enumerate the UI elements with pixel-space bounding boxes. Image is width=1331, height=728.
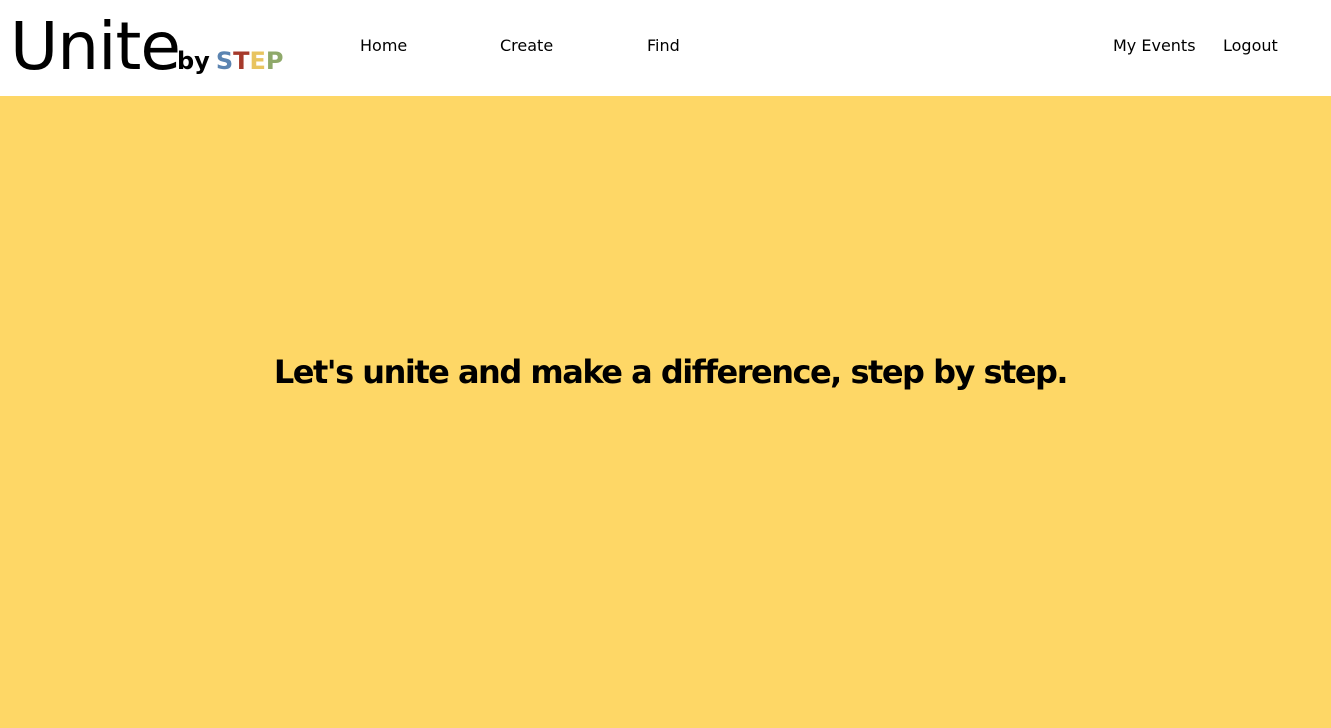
nav-link-home[interactable]: Home: [360, 36, 407, 56]
hero-banner: Let's unite and make a difference, step …: [0, 96, 1331, 728]
logo-step-letter-p: P: [265, 47, 284, 75]
logo-step-letter-s: S: [215, 47, 234, 75]
logo-wordmark: Unite: [10, 8, 181, 85]
nav-link-logout[interactable]: Logout: [1223, 36, 1278, 56]
nav-link-my-events[interactable]: My Events: [1113, 36, 1196, 56]
logo-tagline: by STEP: [177, 46, 284, 76]
logo-step-letter-e: E: [249, 47, 266, 75]
top-navbar: Unite by STEP Home Create Find My Events …: [0, 0, 1331, 96]
hero-heading: Let's unite and make a difference, step …: [273, 353, 1069, 391]
nav-link-create[interactable]: Create: [500, 36, 553, 56]
logo-by-text: by: [177, 47, 210, 75]
nav-link-find[interactable]: Find: [647, 36, 680, 56]
logo-step-letter-t: T: [233, 47, 250, 75]
